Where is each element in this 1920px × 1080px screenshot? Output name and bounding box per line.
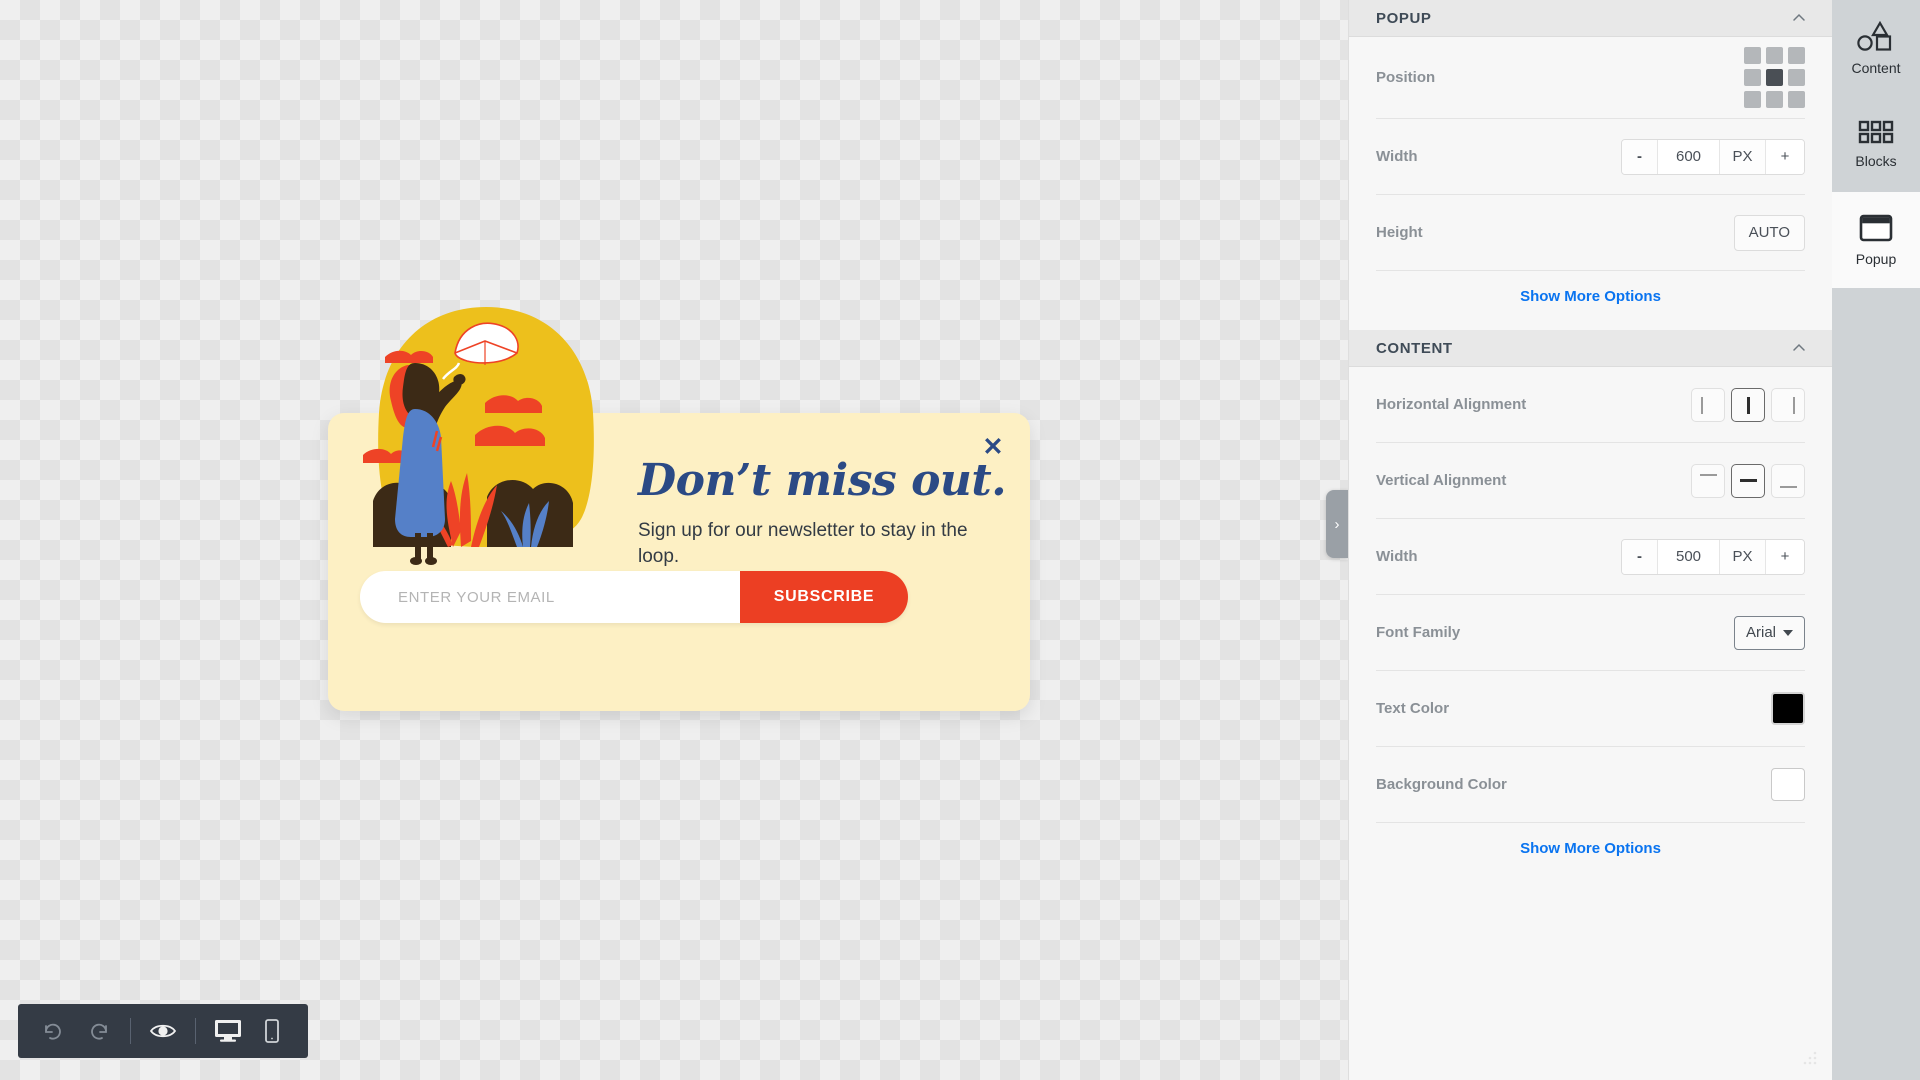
row-label: Font Family: [1376, 624, 1461, 641]
position-cell-middle-right[interactable]: [1788, 69, 1805, 86]
font-family-select[interactable]: Arial: [1733, 615, 1805, 650]
editor-canvas[interactable]: ✕ Don’t miss out. Sign up for our newsle…: [0, 0, 1348, 1080]
position-cell-top-right[interactable]: [1788, 47, 1805, 64]
increment-button[interactable]: +: [1766, 539, 1804, 574]
vertical-alignment-group[interactable]: [1691, 463, 1805, 498]
position-cell-top-left[interactable]: [1744, 47, 1761, 64]
row-label: Height: [1376, 224, 1423, 241]
background-color-swatch[interactable]: [1771, 768, 1805, 801]
row-popup-width: Width - 600 PX +: [1376, 119, 1805, 195]
align-right-button[interactable]: [1771, 387, 1805, 422]
undo-icon[interactable]: [34, 1011, 74, 1051]
row-popup-height: Height AUTO: [1376, 195, 1805, 271]
eye-icon[interactable]: [143, 1011, 183, 1051]
position-cell-top-center[interactable]: [1766, 47, 1783, 64]
popup-show-more-options-link[interactable]: Show More Options: [1349, 271, 1832, 330]
row-horizontal-alignment: Horizontal Alignment: [1376, 367, 1805, 443]
mobile-icon[interactable]: [252, 1011, 292, 1051]
row-label: Position: [1376, 69, 1436, 86]
align-bottom-button[interactable]: [1771, 463, 1805, 498]
rail-item-content[interactable]: Content: [1832, 0, 1920, 96]
position-cell-middle-left[interactable]: [1744, 69, 1761, 86]
popup-subheading: Sign up for our newsletter to stay in th…: [638, 520, 968, 568]
value-field[interactable]: 500: [1658, 539, 1720, 574]
rail-item-label: Popup: [1855, 250, 1897, 267]
row-label: Horizontal Alignment: [1376, 396, 1527, 413]
toolbar-divider: [195, 1018, 196, 1044]
row-vertical-alignment: Vertical Alignment: [1376, 443, 1805, 519]
text-color-swatch[interactable]: [1771, 692, 1805, 725]
rail-item-blocks[interactable]: Blocks: [1832, 96, 1920, 192]
shapes-icon: [1856, 20, 1896, 51]
align-center-button[interactable]: [1731, 387, 1765, 422]
increment-button[interactable]: +: [1766, 139, 1804, 174]
grid-icon: [1858, 120, 1894, 144]
content-width-stepper[interactable]: - 500 PX +: [1621, 538, 1805, 575]
rail-item-label: Content: [1851, 59, 1901, 76]
rail-item-label: Blocks: [1855, 152, 1897, 169]
popup-width-stepper[interactable]: - 600 PX +: [1621, 138, 1805, 175]
section-header-popup[interactable]: POPUP: [1349, 0, 1832, 37]
position-cell-bottom-center[interactable]: [1766, 91, 1783, 108]
section-title: CONTENT: [1376, 339, 1453, 357]
horizontal-alignment-group[interactable]: [1691, 387, 1805, 422]
section-title: POPUP: [1376, 9, 1432, 27]
editor-bottom-toolbar: [18, 1004, 308, 1058]
window-icon: [1859, 214, 1893, 242]
row-label: Text Color: [1376, 700, 1450, 717]
row-popup-position: Position: [1376, 37, 1805, 119]
position-cell-bottom-left[interactable]: [1744, 91, 1761, 108]
row-label: Width: [1376, 548, 1418, 565]
subscribe-button[interactable]: SUBSCRIBE: [740, 571, 908, 623]
position-cell-middle-center[interactable]: [1766, 69, 1783, 86]
unit-selector[interactable]: PX: [1720, 139, 1766, 174]
signup-form[interactable]: SUBSCRIBE: [360, 571, 908, 623]
row-label: Background Color: [1376, 776, 1507, 793]
value-field[interactable]: 600: [1658, 139, 1720, 174]
right-rail: Content Blocks Popup: [1832, 0, 1920, 1080]
redo-icon[interactable]: [78, 1011, 118, 1051]
row-font-family: Font Family Arial: [1376, 595, 1805, 671]
toolbar-divider: [130, 1018, 131, 1044]
align-top-button[interactable]: [1691, 463, 1725, 498]
align-left-button[interactable]: [1691, 387, 1725, 422]
row-content-width: Width - 500 PX +: [1376, 519, 1805, 595]
chevron-up-icon[interactable]: [1791, 340, 1807, 356]
desktop-icon[interactable]: [208, 1011, 248, 1051]
panel-collapse-tab[interactable]: ›: [1326, 490, 1348, 558]
position-cell-bottom-right[interactable]: [1788, 91, 1805, 108]
popup-heading: Don’t miss out.: [638, 455, 1007, 506]
popup-text-block: Don’t miss out. Sign up for our newslett…: [638, 455, 1007, 570]
app-root: ✕ Don’t miss out. Sign up for our newsle…: [0, 0, 1920, 1080]
popup-preview-card[interactable]: ✕ Don’t miss out. Sign up for our newsle…: [328, 413, 1030, 711]
chevron-down-icon: [1783, 629, 1793, 636]
row-text-color: Text Color: [1376, 671, 1805, 747]
chevron-up-icon[interactable]: [1791, 10, 1807, 26]
font-family-value: Arial: [1745, 624, 1776, 641]
row-label: Vertical Alignment: [1376, 472, 1507, 489]
section-header-content[interactable]: CONTENT: [1349, 330, 1832, 367]
row-background-color: Background Color: [1376, 747, 1805, 823]
content-show-more-options-link[interactable]: Show More Options: [1349, 823, 1832, 882]
align-middle-button[interactable]: [1731, 463, 1765, 498]
rail-item-popup[interactable]: Popup: [1832, 192, 1920, 288]
panel-resize-grip[interactable]: [1802, 1048, 1820, 1066]
email-input[interactable]: [360, 571, 740, 623]
popup-height-auto-button[interactable]: AUTO: [1733, 214, 1805, 251]
row-label: Width: [1376, 148, 1418, 165]
position-grid[interactable]: [1744, 47, 1805, 108]
unit-selector[interactable]: PX: [1720, 539, 1766, 574]
decrement-button[interactable]: -: [1622, 539, 1658, 574]
chevron-right-icon: ›: [1334, 515, 1340, 533]
decrement-button[interactable]: -: [1622, 139, 1658, 174]
settings-panel: POPUP Position Width - 600 PX + Height A…: [1348, 0, 1832, 1080]
